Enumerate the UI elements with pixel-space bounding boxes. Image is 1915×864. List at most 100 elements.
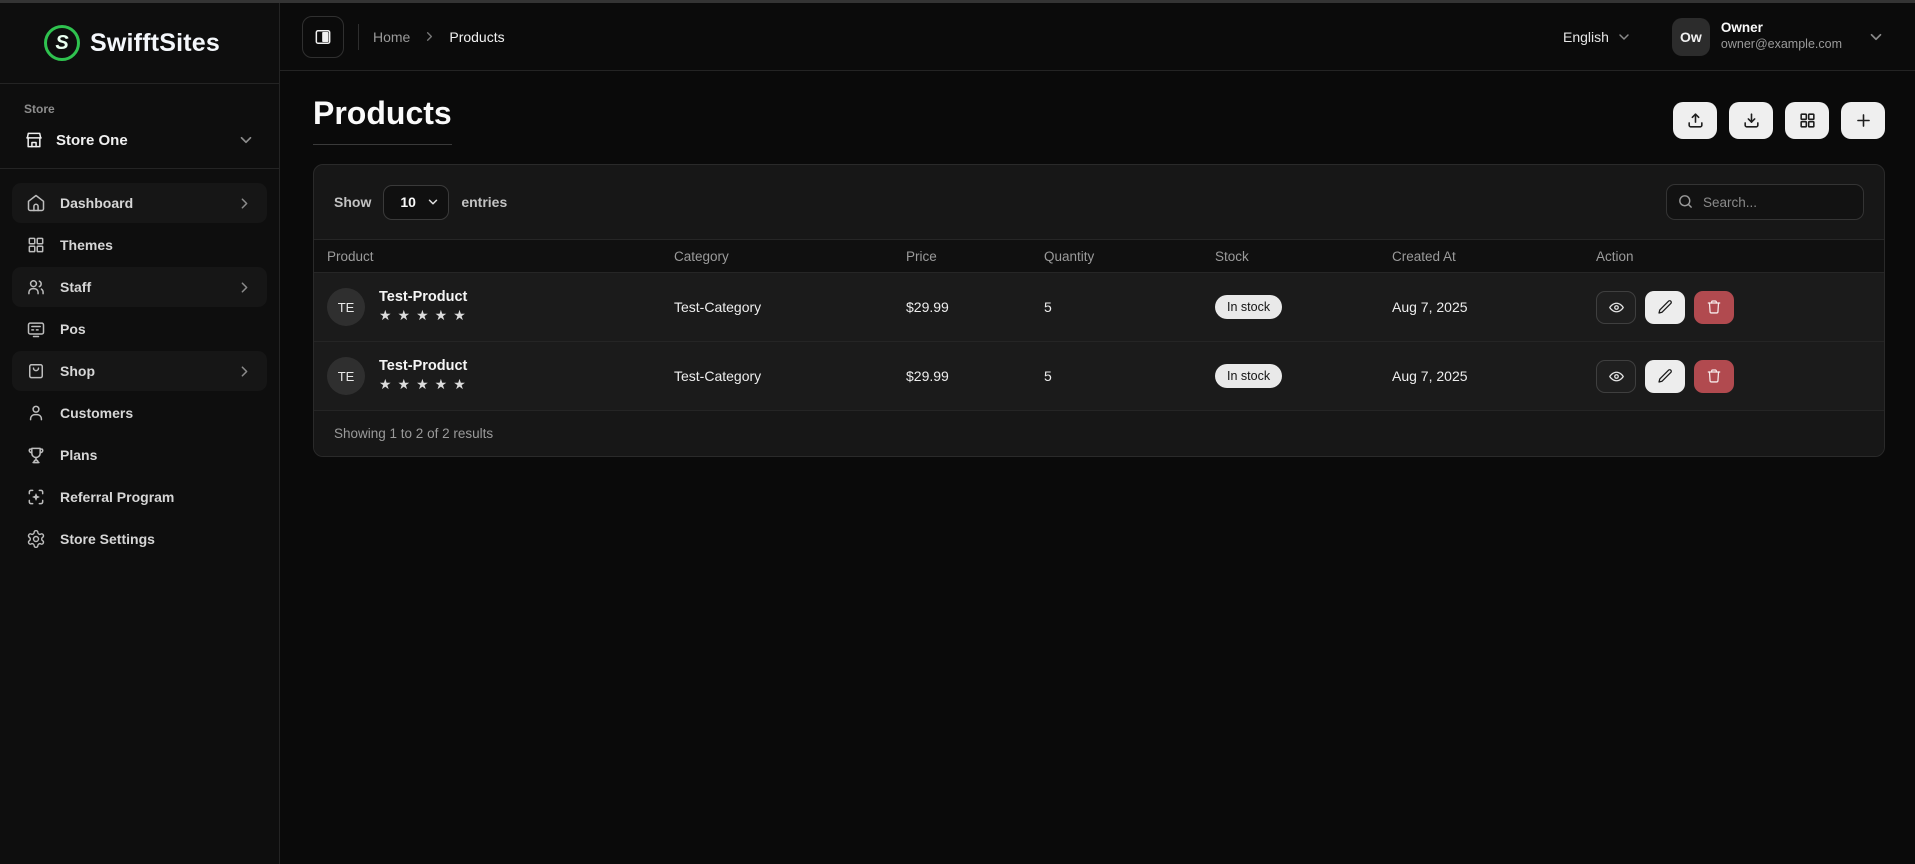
sidebar-item-staff[interactable]: Staff [12,267,267,307]
category-cell: Test-Category [661,273,893,342]
page-content: Products [280,71,1915,864]
product-avatar: TE [327,288,365,326]
export-button[interactable] [1729,102,1773,139]
delete-button[interactable] [1694,291,1734,324]
breadcrumb-home[interactable]: Home [373,29,410,45]
sidebar-item-shop[interactable]: Shop [12,351,267,391]
view-button[interactable] [1596,291,1636,324]
quantity-cell: 5 [1031,342,1202,411]
chevron-down-icon [1616,29,1632,45]
stock-badge: In stock [1215,364,1282,388]
app-root: S SwifftSites Store Store One [0,3,1915,864]
action-cell [1596,360,1884,393]
panel-left-icon [313,27,333,47]
delete-button[interactable] [1694,360,1734,393]
sidebar-item-label: Store Settings [60,531,253,547]
language-label: English [1563,29,1609,45]
sidebar-item-label: Shop [60,363,222,379]
chevron-right-icon [422,29,437,44]
view-button[interactable] [1596,360,1636,393]
user-icon [26,403,46,423]
search-input[interactable] [1666,184,1864,220]
category-cell: Test-Category [661,342,893,411]
sidebar-item-pos[interactable]: Pos [12,309,267,349]
brand-name: SwifftSites [90,29,220,58]
store-section-label: Store [24,102,255,116]
grid-view-icon [1798,111,1817,130]
brand-logo-icon: S [44,25,80,61]
price-cell: $29.99 [893,273,1031,342]
pencil-icon [1657,368,1673,384]
edit-button[interactable] [1645,360,1685,393]
stock-badge: In stock [1215,295,1282,319]
action-cell [1596,291,1884,324]
chevron-down-icon [1867,28,1885,46]
sidebar-item-dashboard[interactable]: Dashboard [12,183,267,223]
store-selector-label: Store One [56,132,225,149]
column-header-action: Action [1583,240,1884,273]
entries-label: entries [461,194,507,210]
chevron-right-icon [236,195,253,212]
sidebar-item-customers[interactable]: Customers [12,393,267,433]
products-card: Show 10 entries [313,164,1885,457]
user-menu[interactable]: Ow Owner owner@example.com [1672,18,1885,56]
column-header-price: Price [893,240,1031,273]
grid-view-button[interactable] [1785,102,1829,139]
user-name: Owner [1721,20,1842,37]
page-size-select[interactable]: 10 [383,185,449,220]
language-switcher[interactable]: English [1563,29,1632,45]
users-icon [26,277,46,297]
table-row: TE Test-Product ★★★★★ Test-Category $29.… [314,273,1884,342]
page-title: Products [313,95,452,145]
column-header-quantity: Quantity [1031,240,1202,273]
sidebar-item-plans[interactable]: Plans [12,435,267,475]
search-wrap [1666,184,1864,220]
topbar: Home Products English Ow Owner owner@exa… [280,3,1915,71]
trash-icon [1706,299,1722,315]
product-avatar: TE [327,357,365,395]
topbar-divider [358,24,359,50]
page-size-select-wrap: 10 [383,185,449,220]
sidebar-toggle-button[interactable] [302,16,344,58]
add-product-button[interactable] [1841,102,1885,139]
avatar: Ow [1672,18,1710,56]
store-selector[interactable]: Store One [24,130,255,150]
home-icon [26,193,46,213]
product-cell: TE Test-Product ★★★★★ [327,288,661,326]
trophy-icon [26,445,46,465]
download-icon [1742,111,1761,130]
layout-grid-icon [26,235,46,255]
eye-icon [1608,299,1625,316]
storefront-icon [24,130,44,150]
store-section: Store Store One [0,84,279,150]
sidebar: S SwifftSites Store Store One [0,3,280,864]
shopping-bag-icon [26,361,46,381]
product-name: Test-Product [379,358,472,375]
sidebar-item-label: Themes [60,237,253,253]
sidebar-item-referral-program[interactable]: Referral Program [12,477,267,517]
user-email: owner@example.com [1721,37,1842,53]
user-info: Owner owner@example.com [1721,20,1842,53]
page-toolbar [1673,102,1885,139]
column-header-stock: Stock [1202,240,1379,273]
pencil-icon [1657,299,1673,315]
edit-button[interactable] [1645,291,1685,324]
sidebar-item-label: Referral Program [60,489,253,505]
page-header: Products [313,95,1885,145]
column-header-product: Product [314,240,661,273]
brand-logo[interactable]: S SwifftSites [0,3,279,84]
import-button[interactable] [1673,102,1717,139]
table-header-row: Product Category Price Quantity Stock Cr… [314,240,1884,273]
table-header: Product Category Price Quantity Stock Cr… [314,240,1884,273]
sidebar-item-label: Dashboard [60,195,222,211]
product-cell: TE Test-Product ★★★★★ [327,357,661,395]
gear-icon [26,529,46,549]
column-header-created-at: Created At [1379,240,1583,273]
sidebar-item-themes[interactable]: Themes [12,225,267,265]
sidebar-item-store-settings[interactable]: Store Settings [12,519,267,559]
main-area: Home Products English Ow Owner owner@exa… [280,3,1915,864]
column-header-category: Category [661,240,893,273]
sidebar-item-label: Customers [60,405,253,421]
referral-scan-icon [26,487,46,507]
upload-icon [1686,111,1705,130]
